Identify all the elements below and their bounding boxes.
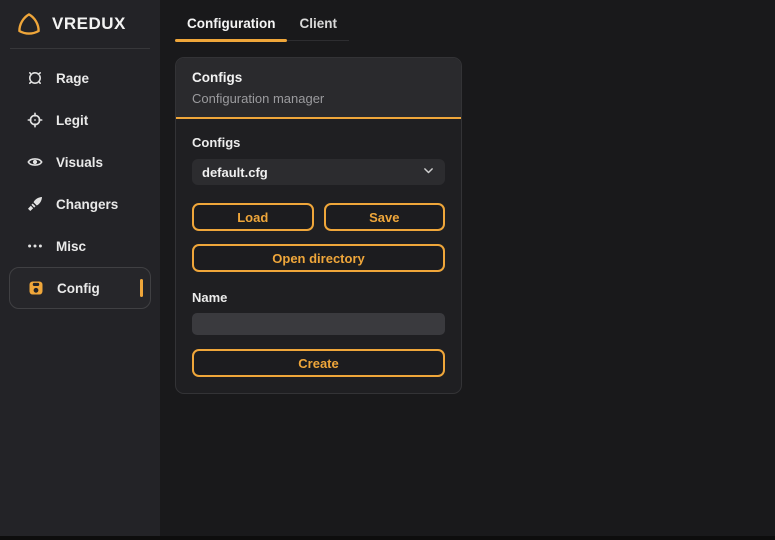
- dropdown-selected-value: default.cfg: [202, 165, 268, 180]
- config-name-input[interactable]: [192, 313, 445, 335]
- sidebar-item-changers[interactable]: Changers: [0, 183, 160, 225]
- vredux-logo-icon: [16, 11, 42, 37]
- sidebar-item-legit[interactable]: Legit: [0, 99, 160, 141]
- tab-label: Configuration: [187, 16, 275, 31]
- tab-client[interactable]: Client: [287, 0, 349, 40]
- sidebar-item-label: Rage: [56, 71, 89, 86]
- sidebar-item-label: Config: [57, 281, 100, 296]
- sidebar-item-rage[interactable]: Rage: [0, 57, 160, 99]
- load-button[interactable]: Load: [192, 203, 314, 231]
- panel-subtitle: Configuration manager: [192, 91, 445, 106]
- sidebar-item-label: Changers: [56, 197, 118, 212]
- configs-panel-header: Configs Configuration manager: [176, 58, 461, 119]
- sidebar: VREDUX Rage Legit: [0, 0, 160, 540]
- panel-title: Configs: [192, 70, 445, 85]
- sidebar-item-misc[interactable]: Misc: [0, 225, 160, 267]
- active-tab-underline: [175, 39, 287, 42]
- sidebar-item-label: Misc: [56, 239, 86, 254]
- config-icon: [28, 280, 44, 296]
- chevron-down-icon: [422, 164, 435, 180]
- configs-dropdown-label: Configs: [192, 135, 445, 150]
- rage-icon: [27, 70, 43, 86]
- active-indicator-bar: [140, 279, 143, 297]
- visuals-icon: [27, 154, 43, 170]
- misc-icon: [27, 238, 43, 254]
- tab-bar: Configuration Client: [160, 0, 775, 41]
- configs-panel: Configs Configuration manager Configs de…: [175, 57, 462, 394]
- tab-label: Client: [299, 16, 337, 31]
- config-file-dropdown[interactable]: default.cfg: [192, 159, 445, 185]
- name-field-label: Name: [192, 290, 445, 305]
- create-button[interactable]: Create: [192, 349, 445, 377]
- app-logo-row: VREDUX: [0, 0, 160, 48]
- app-title: VREDUX: [52, 14, 126, 34]
- save-button[interactable]: Save: [324, 203, 446, 231]
- legit-icon: [27, 112, 43, 128]
- tab-configuration[interactable]: Configuration: [175, 0, 287, 40]
- configs-panel-body: Configs default.cfg Load Save Open direc…: [176, 119, 461, 393]
- sidebar-item-label: Legit: [56, 113, 88, 128]
- sidebar-item-visuals[interactable]: Visuals: [0, 141, 160, 183]
- open-directory-button[interactable]: Open directory: [192, 244, 445, 272]
- sidebar-item-config[interactable]: Config: [9, 267, 151, 309]
- main-content: Configuration Client Configs Configurati…: [160, 0, 775, 540]
- sidebar-nav: Rage Legit Visuals: [0, 49, 160, 309]
- changers-icon: [27, 196, 43, 212]
- window-bottom-edge: [0, 536, 775, 540]
- sidebar-item-label: Visuals: [56, 155, 103, 170]
